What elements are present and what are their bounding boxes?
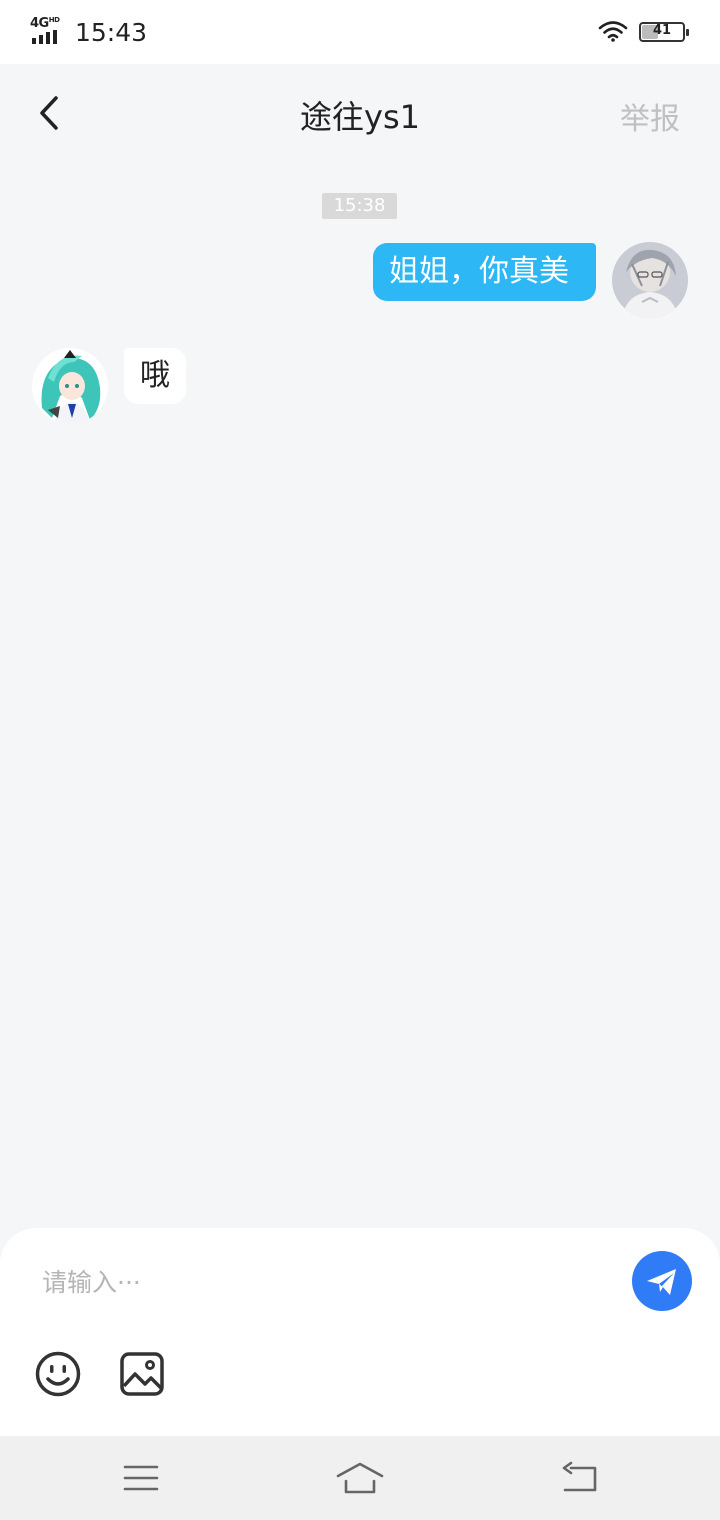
avatar-image	[32, 348, 108, 424]
send-button[interactable]	[632, 1251, 692, 1311]
battery-level: 41	[652, 23, 672, 38]
back-button[interactable]	[28, 88, 72, 138]
home-icon	[336, 1462, 384, 1494]
paper-plane-icon	[647, 1269, 676, 1295]
wifi-icon	[598, 21, 628, 42]
message-timestamp: 15:38	[322, 193, 397, 219]
smiley-icon	[35, 1351, 81, 1397]
page-title: 途往ys1	[300, 98, 420, 136]
message-bubble-sent[interactable]: 姐姐，你真美	[373, 243, 596, 301]
report-button[interactable]: 举报	[620, 94, 680, 138]
nav-home-button[interactable]	[335, 1456, 385, 1500]
nav-back-button[interactable]	[555, 1456, 605, 1500]
avatar-self[interactable]	[612, 242, 688, 318]
system-nav-bar	[0, 1436, 720, 1520]
battery-icon: 41	[639, 22, 689, 42]
network-type: 4G	[30, 16, 49, 31]
chat-header: 途往ys1 举报	[0, 64, 720, 164]
cellular-signal-icon: 4GHD	[30, 16, 66, 44]
avatar-contact[interactable]	[32, 348, 108, 424]
chevron-left-icon	[40, 96, 58, 130]
nav-menu-button[interactable]	[116, 1456, 166, 1500]
emoji-button[interactable]	[34, 1350, 82, 1398]
status-time: 15:43	[75, 18, 148, 47]
image-icon	[120, 1352, 164, 1396]
network-hd-label: HD	[48, 16, 60, 24]
message-input[interactable]	[42, 1260, 602, 1304]
message-bubble-received[interactable]: 哦	[124, 348, 186, 404]
menu-icon	[123, 1465, 159, 1491]
return-icon	[562, 1461, 597, 1492]
image-button[interactable]	[118, 1350, 166, 1398]
avatar-image	[612, 242, 688, 318]
status-bar: 4GHD 15:43 41	[0, 0, 720, 64]
message-composer	[0, 1228, 720, 1436]
